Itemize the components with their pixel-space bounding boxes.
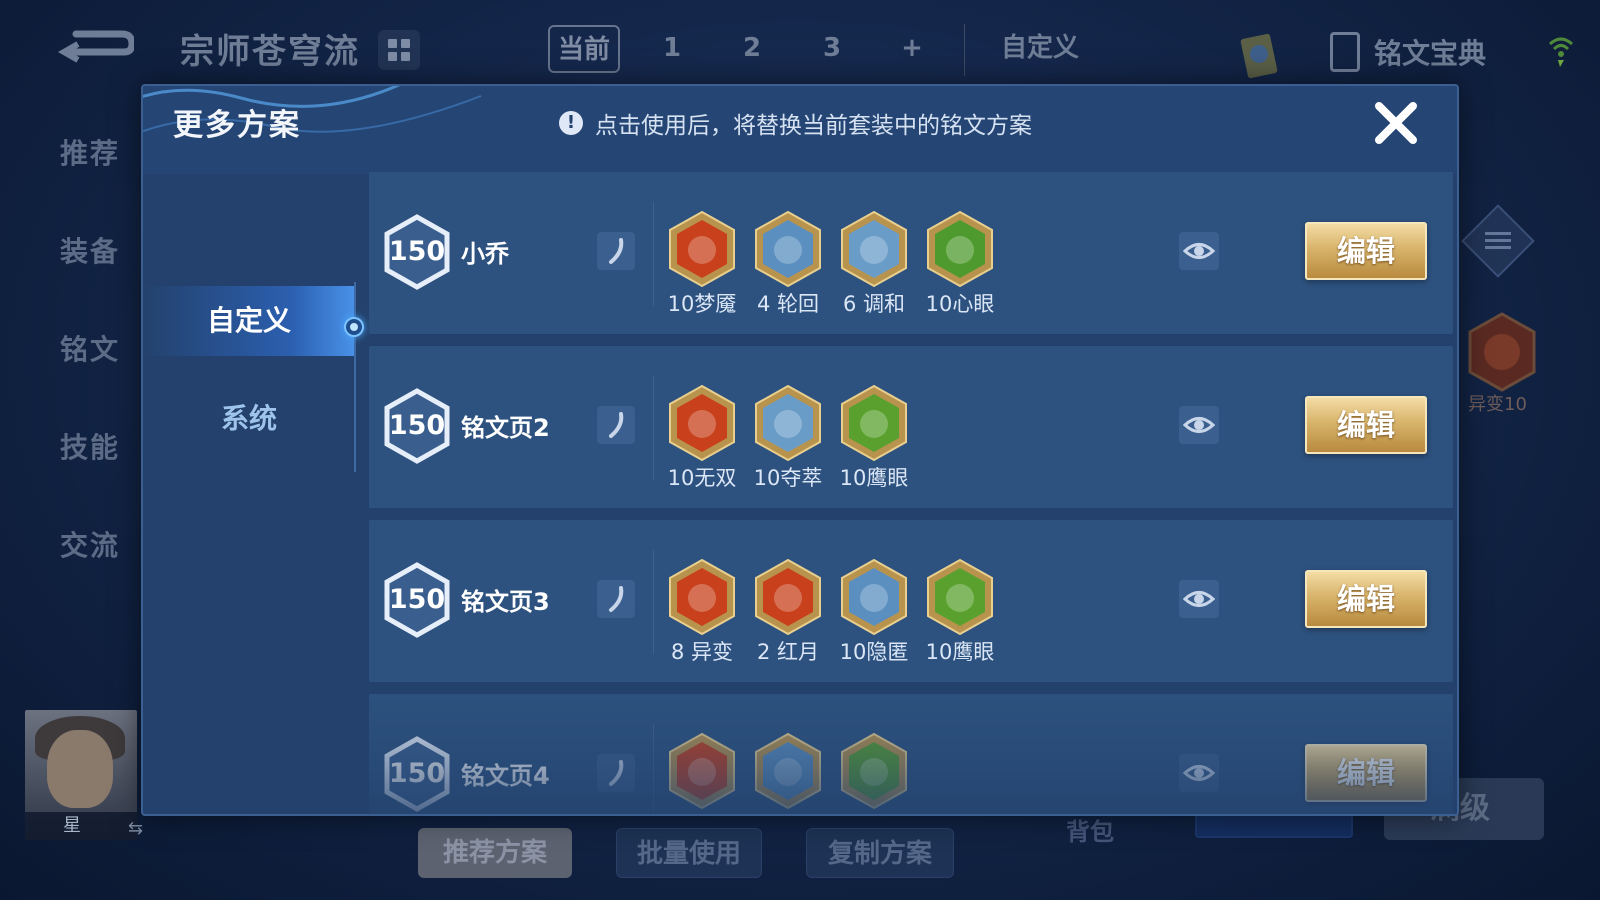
rune-label: 10鹰眼 [839, 466, 909, 490]
side-nav-recommend[interactable]: 推荐 [60, 132, 120, 172]
edit-plan-button[interactable]: 编辑 [1305, 570, 1427, 628]
modal-header: 更多方案 ! 点击使用后，将替换当前套装中的铭文方案 [143, 86, 1457, 174]
back-button[interactable] [48, 22, 136, 72]
rune-cycle-icon [755, 210, 821, 288]
wifi-icon [1548, 37, 1574, 67]
rename-pen-icon[interactable] [597, 580, 635, 618]
codex-book-icon [1330, 32, 1360, 72]
rune-mind-eye-icon [927, 210, 993, 288]
rune-mutation-icon [669, 732, 735, 810]
rune-seize-icon [755, 384, 821, 462]
plan-row[interactable]: 150 铭文页4 编辑 [369, 694, 1453, 814]
rune-hawk-eye-icon [841, 732, 907, 810]
hero-name: 星 [25, 812, 137, 840]
plan-name: 铭文页4 [461, 762, 550, 790]
copy-plan-button[interactable]: 复制方案 [806, 828, 954, 878]
category-tab-custom[interactable]: 自定义 [143, 286, 355, 356]
tab-slot-2[interactable]: 2 [730, 25, 774, 73]
edit-plan-button[interactable]: 编辑 [1305, 396, 1427, 454]
rename-pen-icon[interactable] [597, 406, 635, 444]
rune-red-moon-icon [755, 558, 821, 636]
notice-text: 点击使用后，将替换当前套装中的铭文方案 [595, 113, 1032, 139]
row-divider [653, 550, 654, 654]
swap-hero-icon[interactable]: ⇆ [128, 818, 143, 839]
rune-label: 10夺萃 [753, 466, 823, 490]
row-divider [653, 202, 654, 306]
tab-slot-3[interactable]: 3 [810, 25, 854, 73]
category-tab-system[interactable]: 系统 [143, 384, 355, 454]
close-icon[interactable] [1371, 98, 1421, 148]
menu-icon [1485, 228, 1511, 254]
plan-name: 铭文页2 [461, 414, 550, 442]
rune-hawk-eye-icon [927, 558, 993, 636]
row-divider [653, 724, 654, 814]
plan-list: 150 小乔 10梦魇 4 轮回 6 调和 10心眼 编辑 150 铭文页2 10无双 10夺萃 10… [369, 172, 1453, 814]
rune-harmony-icon [841, 210, 907, 288]
rune-peerless-icon [669, 384, 735, 462]
codex-label: 铭文宝典 [1374, 37, 1487, 70]
row-divider [653, 376, 654, 480]
side-nav-rune[interactable]: 铭文 [60, 328, 120, 368]
sidebar-divider [354, 282, 356, 472]
rune-label: 10隐匿 [839, 640, 909, 664]
rune-label: 10梦魇 [667, 292, 737, 316]
view-eye-icon[interactable] [1179, 232, 1219, 270]
batch-use-button[interactable]: 批量使用 [616, 828, 762, 878]
tab-custom[interactable]: 自定义 [990, 25, 1090, 73]
tab-add-slot[interactable]: + [890, 25, 934, 73]
info-icon: ! [559, 111, 583, 135]
rune-mutation-icon [669, 558, 735, 636]
rune-stealth-icon [841, 558, 907, 636]
plan-category-sidebar: 自定义 系统 [143, 174, 364, 814]
plan-level: 150 [388, 584, 446, 615]
view-eye-icon[interactable] [1179, 580, 1219, 618]
rename-pen-icon[interactable] [597, 754, 635, 792]
rune-label: 10心眼 [925, 292, 995, 316]
recommend-plan-button[interactable]: 推荐方案 [418, 828, 572, 878]
plan-row[interactable]: 150 铭文页3 8 异变 2 红月 10隐匿 10鹰眼 编辑 [369, 520, 1453, 682]
rune-label: 10鹰眼 [925, 640, 995, 664]
mutation-rune-icon [1468, 312, 1536, 392]
side-nav-community[interactable]: 交流 [60, 524, 120, 564]
page-title: 宗师苍穹流 [180, 32, 360, 72]
rune-label: 4 轮回 [756, 292, 820, 316]
more-plans-modal: 更多方案 ! 点击使用后，将替换当前套装中的铭文方案 自定义 系统 150 小乔 1… [141, 84, 1459, 816]
rune-label: 8 异变 [670, 640, 734, 664]
rune-stealth-icon [755, 732, 821, 810]
view-eye-icon[interactable] [1179, 754, 1219, 792]
side-nav-equipment[interactable]: 装备 [60, 230, 120, 270]
side-nav-skill[interactable]: 技能 [60, 426, 120, 466]
backpack-label[interactable]: 背包 [1066, 812, 1114, 847]
modal-notice: ! 点击使用后，将替换当前套装中的铭文方案 [559, 106, 1032, 140]
rune-label: 2 红月 [756, 640, 820, 664]
mutation-label: 异变10 [1468, 394, 1527, 415]
plan-level: 150 [388, 758, 446, 789]
plan-name: 小乔 [461, 240, 509, 268]
rune-label: 6 调和 [842, 292, 906, 316]
tab-current[interactable]: 当前 [548, 25, 620, 73]
rune-nightmare-icon [669, 210, 735, 288]
back-arrow-icon [57, 30, 136, 63]
view-eye-icon[interactable] [1179, 406, 1219, 444]
active-indicator-icon [344, 317, 364, 337]
plan-name: 铭文页3 [461, 588, 550, 616]
plan-level: 150 [388, 410, 446, 441]
plan-row[interactable]: 150 小乔 10梦魇 4 轮回 6 调和 10心眼 编辑 [369, 172, 1453, 334]
tab-divider [964, 24, 965, 76]
rune-label: 10无双 [667, 466, 737, 490]
rune-hawk-eye-icon [841, 384, 907, 462]
edit-plan-button[interactable]: 编辑 [1305, 744, 1427, 802]
rename-pen-icon[interactable] [597, 232, 635, 270]
modal-title: 更多方案 [173, 108, 301, 143]
emblem-badge-icon[interactable] [1232, 30, 1286, 82]
plan-level: 150 [388, 236, 446, 267]
edit-plan-button[interactable]: 编辑 [1305, 222, 1427, 280]
plan-row[interactable]: 150 铭文页2 10无双 10夺萃 10鹰眼 编辑 [369, 346, 1453, 508]
grid-icon[interactable] [378, 30, 420, 70]
tab-slot-1[interactable]: 1 [650, 25, 694, 73]
codex-button[interactable]: 铭文宝典 [1330, 30, 1486, 74]
